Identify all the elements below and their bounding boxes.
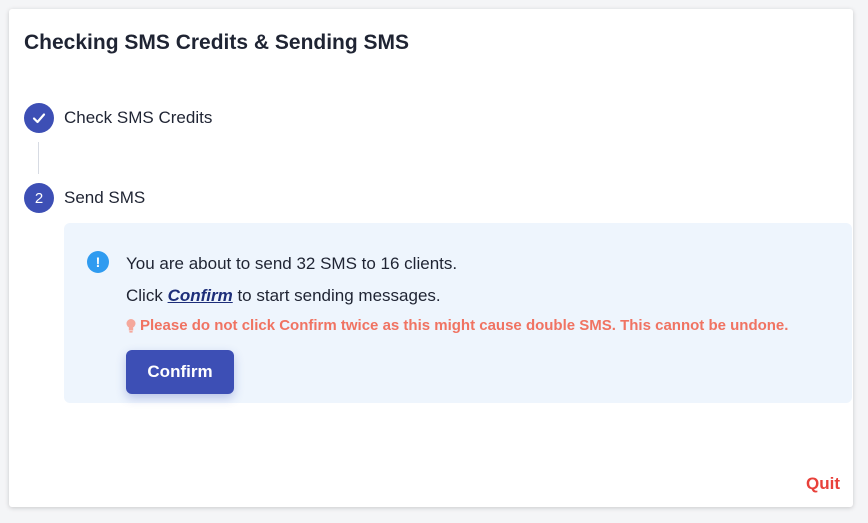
step-label: Send SMS: [64, 188, 146, 207]
step-connector: [38, 142, 39, 174]
instruction-prefix: Click: [126, 286, 168, 305]
confirm-link[interactable]: Confirm: [168, 286, 233, 305]
sms-summary: You are about to send 32 SMS to 16 clien…: [126, 254, 458, 273]
warning-text: Please do not click Confirm twice as thi…: [140, 317, 789, 334]
quit-button[interactable]: Quit: [806, 474, 840, 494]
sms-dialog: Checking SMS Credits & Sending SMS Check…: [9, 9, 853, 507]
double-send-warning: Please do not click Confirm twice as thi…: [125, 317, 788, 334]
step-send-sms: 2 Send SMS: [24, 183, 145, 213]
instruction-suffix: to start sending messages.: [232, 286, 441, 305]
lightbulb-icon: [126, 318, 136, 333]
info-icon: !: [87, 251, 109, 273]
dialog-title: Checking SMS Credits & Sending SMS: [24, 31, 410, 54]
step-complete-check-icon: [24, 103, 54, 133]
step-check-sms-credits: Check SMS Credits: [24, 103, 212, 133]
confirm-button[interactable]: Confirm: [126, 350, 234, 394]
sms-instruction: Click Confirm to start sending messages.: [126, 286, 441, 306]
step-label: Check SMS Credits: [64, 108, 213, 127]
step-number: 2: [24, 183, 54, 213]
send-sms-panel: ! You are about to send 32 SMS to 16 cli…: [64, 223, 852, 403]
